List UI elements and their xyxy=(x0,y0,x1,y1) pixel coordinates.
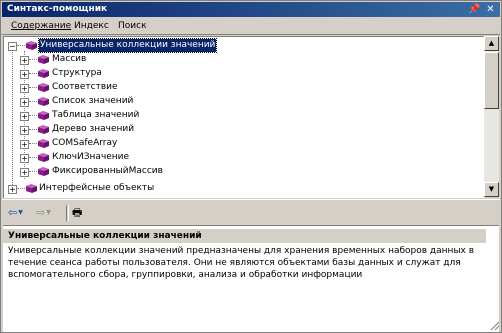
tree-node-label: Дерево значений xyxy=(52,124,135,134)
print-icon: 🖶 xyxy=(72,206,83,219)
tree-node[interactable]: + COMSafeArray xyxy=(4,137,484,150)
tree-node[interactable]: + КлючИЗначение xyxy=(4,151,484,164)
book-icon xyxy=(26,184,37,193)
tree-node-root[interactable]: − Универсальные коллекции значений xyxy=(4,38,484,53)
tree-node-label: ФиксированныйМассив xyxy=(52,166,163,176)
navigation-toolbar: ⇦▼ ⇨▼ 🖶 xyxy=(2,199,500,225)
book-icon xyxy=(38,111,49,120)
scroll-down-icon[interactable]: ▼ xyxy=(484,182,499,197)
book-icon xyxy=(38,83,49,92)
book-icon xyxy=(38,167,49,176)
forward-button[interactable]: ⇨▼ xyxy=(36,206,51,220)
back-button[interactable]: ⇦▼ xyxy=(8,206,23,220)
chevron-down-icon[interactable]: ▼ xyxy=(46,209,51,216)
syntax-helper-window: Синтакс-помощник 📌 ✕ Содержание Индекс П… xyxy=(0,0,502,333)
back-arrow-icon: ⇦ xyxy=(8,206,18,219)
expand-icon[interactable]: + xyxy=(20,126,29,135)
menu-item-index[interactable]: Индекс xyxy=(73,20,110,32)
tree-node[interactable]: + Таблица значений xyxy=(4,109,484,122)
menu-bar: Содержание Индекс Поиск xyxy=(2,18,500,35)
tree-node[interactable]: + Массив xyxy=(4,53,484,66)
scroll-up-icon[interactable]: ▲ xyxy=(484,36,499,51)
tree-node[interactable]: + Соответствие xyxy=(4,81,484,94)
tree-node-label: COMSafeArray xyxy=(52,138,118,148)
book-icon xyxy=(38,97,49,106)
expand-icon[interactable]: + xyxy=(20,56,29,65)
tree-node-label: Интерфейсные объекты xyxy=(39,183,155,193)
menu-item-search[interactable]: Поиск xyxy=(117,20,148,32)
forward-arrow-icon: ⇨ xyxy=(36,206,46,219)
book-icon xyxy=(38,55,49,64)
expand-icon[interactable]: + xyxy=(20,98,29,107)
help-panel: Универсальные коллекции значений Универс… xyxy=(3,225,499,332)
tree-node-label: Структура xyxy=(52,68,102,78)
contents-tree[interactable]: − Универсальные коллекции значений + Мас… xyxy=(3,36,484,198)
scroll-thumb[interactable] xyxy=(484,52,499,109)
tree-node-label: Таблица значений xyxy=(52,110,140,120)
tree-node[interactable]: + ФиксированныйМассив xyxy=(4,165,484,178)
pin-icon[interactable]: 📌 xyxy=(468,3,481,16)
expand-icon[interactable]: + xyxy=(8,185,17,194)
book-icon xyxy=(38,153,49,162)
book-icon xyxy=(38,125,49,134)
expand-icon[interactable]: + xyxy=(20,140,29,149)
window-title: Синтакс-помощник xyxy=(7,4,108,14)
expand-icon[interactable]: + xyxy=(20,84,29,93)
toolbar-separator xyxy=(66,205,69,221)
expand-icon[interactable]: + xyxy=(20,70,29,79)
tree-node-label: Универсальные коллекции значений xyxy=(37,38,218,53)
tree-node[interactable]: + Список значений xyxy=(4,95,484,108)
close-icon[interactable]: ✕ xyxy=(484,3,497,16)
tree-node-label: Массив xyxy=(52,54,87,64)
collapse-icon[interactable]: − xyxy=(8,42,17,51)
print-button[interactable]: 🖶 xyxy=(72,206,82,220)
chevron-down-icon[interactable]: ▼ xyxy=(18,209,23,216)
tree-node[interactable]: + Дерево значений xyxy=(4,123,484,136)
menu-item-contents[interactable]: Содержание xyxy=(10,20,72,32)
expand-icon[interactable]: + xyxy=(20,168,29,177)
book-icon xyxy=(38,69,49,78)
title-bar[interactable]: Синтакс-помощник 📌 ✕ xyxy=(2,2,500,17)
book-icon xyxy=(26,41,37,50)
tree-node-interface-objects[interactable]: + Интерфейсные объекты xyxy=(4,182,484,195)
book-icon xyxy=(38,139,49,148)
tree-node[interactable]: + Структура xyxy=(4,67,484,80)
expand-icon[interactable]: + xyxy=(20,154,29,163)
help-description: Универсальные коллекции значений предназ… xyxy=(8,246,475,280)
tree-node-label: КлючИЗначение xyxy=(52,152,130,162)
tree-node-label: Соответствие xyxy=(52,82,118,92)
resize-grip-icon[interactable] xyxy=(490,321,500,331)
help-title: Универсальные коллекции значений xyxy=(3,229,486,243)
tree-node-label: Список значений xyxy=(52,96,134,106)
tree-scrollbar[interactable]: ▲ ▼ xyxy=(484,36,499,197)
expand-icon[interactable]: + xyxy=(20,112,29,121)
